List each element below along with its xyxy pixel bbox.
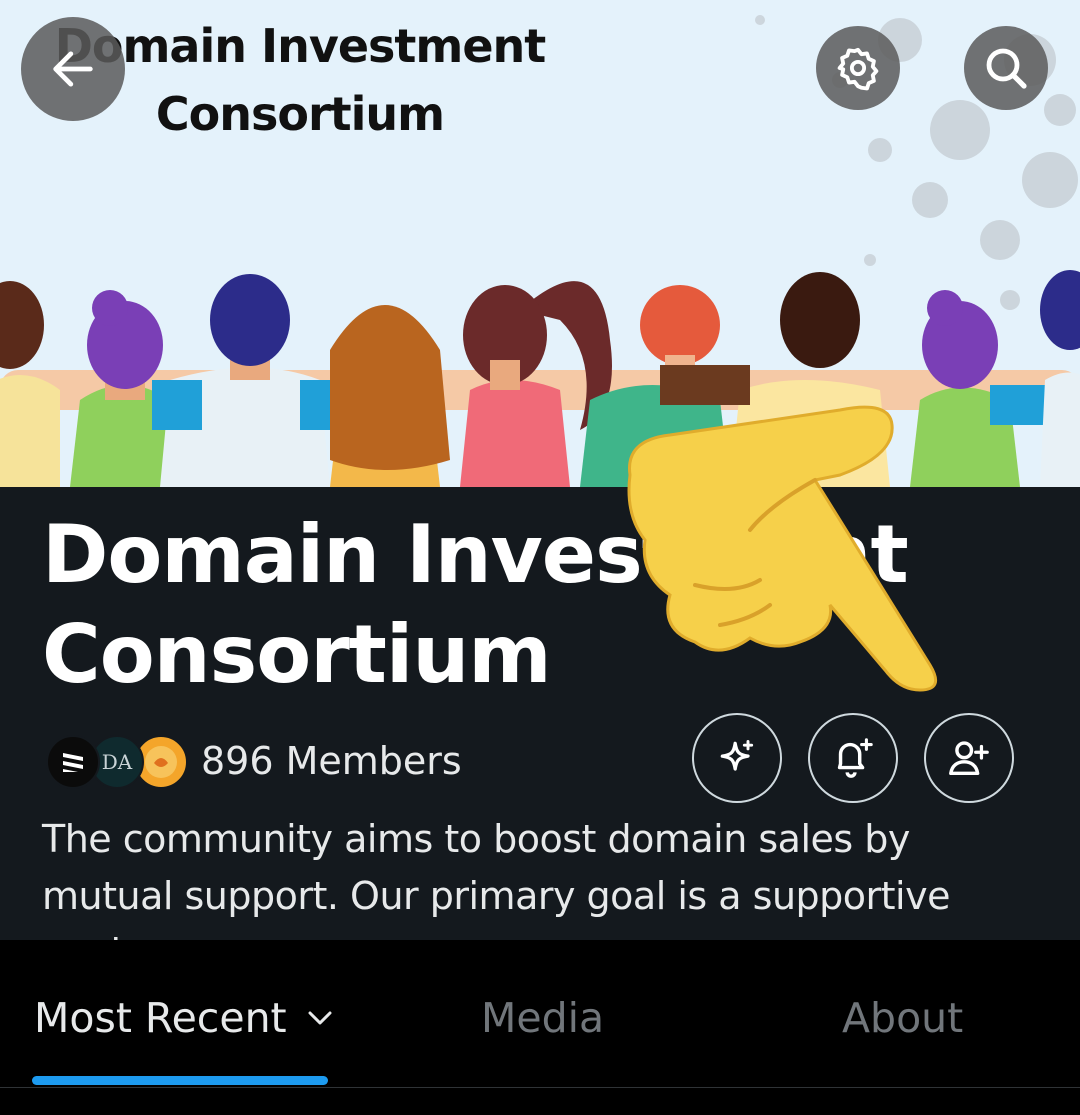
- search-icon: [986, 48, 1027, 89]
- member-count[interactable]: 896 Members: [201, 735, 462, 787]
- user-plus-icon: [949, 741, 989, 776]
- community-page: Domain Investment Consortium Domain Inve…: [0, 0, 1080, 1115]
- member-avatar: [46, 735, 100, 789]
- active-tab-indicator: [32, 1076, 328, 1085]
- sparkle-icon: [720, 740, 754, 771]
- member-avatar-label: DA: [101, 750, 133, 774]
- join-community-button[interactable]: [924, 713, 1014, 803]
- community-tabs: Most Recent Media About: [0, 940, 1080, 1088]
- arrow-left-icon: [53, 51, 93, 87]
- stripes-logo-icon: [63, 753, 83, 772]
- pointing-hand-icon: [627, 405, 938, 692]
- back-button[interactable]: [21, 17, 125, 121]
- tab-media[interactable]: Media: [481, 990, 604, 1046]
- tab-about[interactable]: About: [842, 990, 963, 1046]
- chevron-down-icon: [308, 1011, 332, 1025]
- tab-label: Most Recent: [34, 994, 287, 1042]
- notifications-button[interactable]: [808, 713, 898, 803]
- settings-button[interactable]: [816, 26, 900, 110]
- member-avatars[interactable]: DA: [46, 735, 188, 789]
- search-button[interactable]: [964, 26, 1048, 110]
- grok-summary-button[interactable]: [692, 713, 782, 803]
- bell-plus-icon: [837, 738, 873, 778]
- tab-most-recent[interactable]: Most Recent: [34, 990, 335, 1046]
- gear-icon: [837, 47, 879, 91]
